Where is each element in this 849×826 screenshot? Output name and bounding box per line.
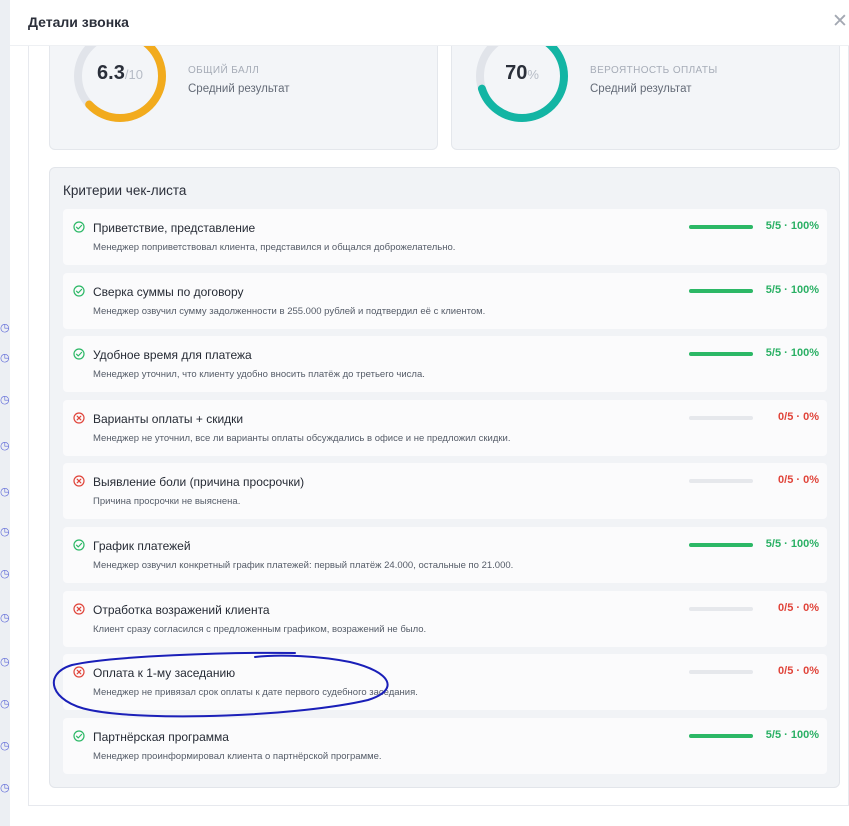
- criteria-progress-fill: [689, 352, 753, 357]
- overall-score-label: ОБЩИЙ БАЛЛ: [188, 65, 260, 76]
- criteria-item-description: Менеджер озвучил конкретный график плате…: [93, 560, 514, 571]
- criteria-item-description: Менеджер озвучил сумму задолженности в 2…: [93, 305, 486, 317]
- criteria-item-title: Оплата к 1-му заседанию: [93, 666, 236, 681]
- criteria-item-score: 0/5 · 0%: [778, 410, 819, 423]
- criteria-item-title: Сверка суммы по договору: [93, 284, 244, 299]
- overall-score-ring: [74, 46, 166, 122]
- criteria-item-title: Выявление боли (причина просрочки): [93, 475, 305, 490]
- payment-probability-unit: %: [527, 67, 539, 82]
- payment-probability-card: 70% ВЕРОЯТНОСТЬ ОПЛАТЫ Средний результат: [451, 46, 840, 150]
- clock-icon: ◷: [0, 440, 10, 452]
- criteria-progress-bar: [689, 225, 753, 229]
- criteria-item-score: 5/5 · 100%: [765, 347, 819, 360]
- check-circle-icon: [73, 539, 85, 551]
- clock-icon: ◷: [0, 740, 10, 752]
- clock-icon: ◷: [0, 322, 10, 334]
- criteria-item-description: Клиент сразу согласился с предложенным г…: [93, 623, 427, 635]
- criteria-item: Выявление боли (причина просрочки) Причин…: [63, 463, 827, 520]
- payment-probability-ring: [476, 46, 568, 122]
- x-circle-icon: [73, 666, 85, 678]
- criteria-item: График платежей Менеджер озвучил конкретн…: [63, 527, 827, 583]
- criteria-item-score: 5/5 · 100%: [765, 283, 819, 296]
- criteria-progress-bar: [689, 479, 753, 484]
- criteria-item-title: Отработка возражений клиента: [93, 602, 270, 617]
- checklist-criteria: Критерии чек-листа Приветствие, представ…: [49, 167, 840, 788]
- criteria-item-score: 5/5 · 100%: [765, 220, 819, 232]
- criteria-item-score: 5/5 · 100%: [765, 538, 819, 550]
- criteria-progress-bar: [689, 352, 753, 357]
- criteria-item: Сверка суммы по договору Менеджер озвучил…: [63, 272, 827, 329]
- criteria-progress-fill: [689, 543, 753, 547]
- criteria-item-title: Партнёрская программа: [93, 729, 229, 744]
- x-circle-icon: [73, 475, 85, 487]
- check-circle-icon: [73, 730, 85, 742]
- criteria-progress-fill: [689, 733, 753, 738]
- criteria-item-description: Менеджер не уточнил, все ли варианты опл…: [93, 432, 511, 444]
- checklist-title: Критерии чек-листа: [63, 183, 187, 198]
- clock-icon: ◷: [0, 352, 10, 364]
- criteria-item: Оплата к 1-му заседанию Менеджер не привя…: [63, 654, 827, 711]
- criteria-progress-bar: [689, 606, 753, 611]
- criteria-progress-fill: [689, 225, 753, 229]
- criteria-item-score: 0/5 · 0%: [778, 474, 819, 487]
- criteria-item-score: 5/5 · 100%: [765, 728, 819, 741]
- clock-icon: ◷: [0, 568, 10, 580]
- criteria-item-title: Приветствие, представление: [93, 221, 256, 235]
- criteria-item-title: Удобное время для платежа: [93, 348, 252, 363]
- payment-probability-label: ВЕРОЯТНОСТЬ ОПЛАТЫ: [590, 65, 718, 76]
- payment-probability-subtitle: Средний результат: [590, 83, 692, 95]
- close-icon[interactable]: ✕: [832, 11, 848, 33]
- check-circle-icon: [73, 221, 85, 233]
- criteria-progress-fill: [689, 288, 753, 293]
- payment-probability-value: 70%: [505, 62, 539, 84]
- criteria-item-title: Варианты оплаты + скидки: [93, 411, 244, 426]
- criteria-item-score: 0/5 · 0%: [778, 665, 819, 678]
- clock-icon: ◷: [0, 612, 10, 624]
- clock-icon: ◷: [0, 526, 10, 538]
- criteria-item-description: Менеджер поприветствовал клиента, предст…: [93, 242, 456, 253]
- call-details-modal: Детали звонка ✕ 6.3/10 ОБЩИЙ БАЛЛ Средни…: [10, 0, 849, 826]
- clock-icon: ◷: [0, 782, 10, 794]
- criteria-item: Отработка возражений клиента Клиент сразу…: [63, 590, 827, 647]
- x-circle-icon: [73, 602, 85, 615]
- overall-score-value: 6.3/10: [97, 62, 143, 84]
- clock-icon: ◷: [0, 698, 10, 710]
- criteria-item-description: Причина просрочки не выяснена.: [93, 496, 241, 508]
- clock-icon: ◷: [0, 394, 10, 406]
- criteria-item-description: Менеджер уточнил, что клиенту удобно вно…: [93, 369, 425, 381]
- criteria-progress-bar: [689, 670, 753, 675]
- x-circle-icon: [73, 412, 85, 424]
- check-circle-icon: [73, 284, 85, 297]
- modal-title: Детали звонка: [28, 14, 129, 30]
- overall-score-subtitle: Средний результат: [188, 83, 290, 95]
- criteria-item: Партнёрская программа Менеджер проинформи…: [63, 717, 827, 774]
- clock-icon: ◷: [0, 656, 10, 668]
- criteria-item: Удобное время для платежа Менеджер уточни…: [63, 336, 827, 393]
- modal-header: Детали звонка ✕: [10, 0, 849, 46]
- criteria-progress-bar: [689, 288, 753, 293]
- criteria-item: Приветствие, представление Менеджер попри…: [63, 209, 827, 265]
- criteria-progress-bar: [689, 543, 753, 547]
- modal-body: 6.3/10 ОБЩИЙ БАЛЛ Средний результат 70% …: [28, 46, 849, 806]
- clock-icon: ◷: [0, 486, 10, 498]
- overall-score-card: 6.3/10 ОБЩИЙ БАЛЛ Средний результат: [49, 46, 438, 150]
- criteria-item-title: График платежей: [93, 539, 191, 553]
- criteria-item: Варианты оплаты + скидки Менеджер не уточ…: [63, 399, 827, 456]
- criteria-progress-bar: [689, 415, 753, 420]
- criteria-item-description: Менеджер не привязал срок оплаты к дате …: [93, 687, 418, 699]
- criteria-item-score: 0/5 · 0%: [778, 601, 819, 614]
- criteria-item-description: Менеджер проинформировал клиента о партн…: [93, 750, 382, 762]
- criteria-progress-bar: [689, 733, 753, 738]
- check-circle-icon: [73, 348, 85, 360]
- overall-score-unit: /10: [124, 67, 143, 82]
